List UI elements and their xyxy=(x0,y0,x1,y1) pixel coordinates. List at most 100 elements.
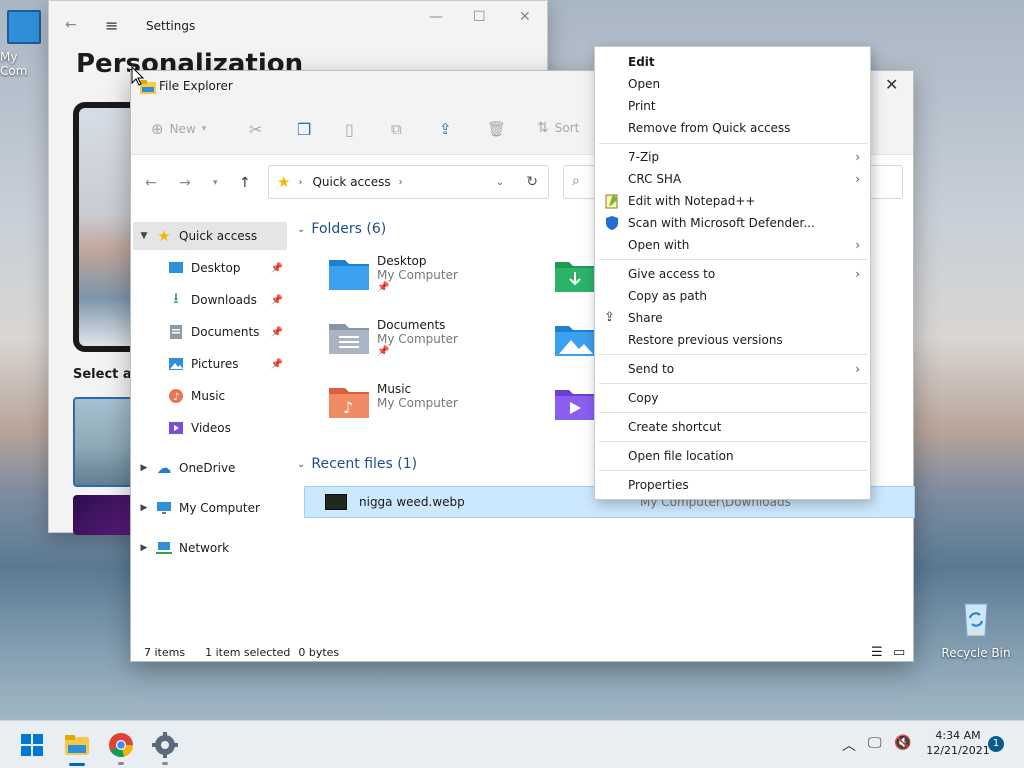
close-button[interactable]: ✕ xyxy=(519,9,531,25)
chevron-right-icon: › xyxy=(855,150,860,164)
menu-item-remove-from-quick-access[interactable]: Remove from Quick access xyxy=(595,117,870,139)
desktop-icon-my-computer[interactable]: My Com xyxy=(0,10,48,78)
pin-icon: 📌 xyxy=(377,282,390,293)
theme-thumbnail[interactable] xyxy=(73,397,133,487)
clipboard-icon: ▯ xyxy=(345,120,354,139)
tiles-view-icon[interactable]: ▭ xyxy=(893,645,905,660)
settings-gear-icon[interactable] xyxy=(152,732,178,765)
menu-item-label: Give access to xyxy=(628,267,716,281)
menu-item-label: 7-Zip xyxy=(628,150,660,164)
nav-item-quick-access[interactable]: ▼ ★ Quick access xyxy=(133,222,287,250)
nav-item-onedrive[interactable]: ▶ ☁ OneDrive xyxy=(133,454,287,482)
running-indicator xyxy=(118,762,124,765)
theme-thumbnail[interactable] xyxy=(73,495,133,535)
menu-item-print[interactable]: Print xyxy=(595,95,870,117)
nav-item-my-computer[interactable]: ▶ My Computer xyxy=(133,494,287,522)
cut-button[interactable]: ✂ xyxy=(249,120,262,139)
menu-item-copy-as-path[interactable]: Copy as path xyxy=(595,285,870,307)
folder-tile-desktop[interactable]: Desktop My Computer 📌 xyxy=(327,254,458,293)
chevron-right-icon: › xyxy=(855,238,860,252)
menu-item-copy[interactable]: Copy xyxy=(595,387,870,409)
pin-icon: 📌 xyxy=(270,326,283,338)
address-bar[interactable]: ★ › Quick access › ⌄ ↻ xyxy=(268,165,549,199)
delete-button[interactable]: 🗑 xyxy=(487,120,506,138)
menu-item-give-access-to[interactable]: Give access to › xyxy=(595,263,870,285)
minimize-button[interactable]: — xyxy=(429,9,443,25)
folder-tile-music[interactable]: ♪ Music My Computer xyxy=(327,382,458,420)
star-icon: ★ xyxy=(157,227,171,245)
menu-item-open-with[interactable]: Open with › xyxy=(595,234,870,256)
nav-item-music[interactable]: ♪ Music xyxy=(133,382,287,410)
menu-item-edit-with-notepadpp[interactable]: Edit with Notepad++ xyxy=(595,190,870,212)
menu-item-send-to[interactable]: Send to › xyxy=(595,358,870,380)
downloads-folder-icon[interactable] xyxy=(555,258,595,295)
running-indicator xyxy=(162,762,168,765)
back-arrow-icon[interactable]: ← xyxy=(65,17,77,33)
nav-label: Network xyxy=(179,541,230,555)
nav-item-documents[interactable]: Documents 📌 xyxy=(133,318,287,346)
menu-item-edit[interactable]: Edit xyxy=(595,51,870,73)
menu-item-7zip[interactable]: 7-Zip › xyxy=(595,146,870,168)
menu-item-label: Share xyxy=(628,311,663,325)
menu-item-crc-sha[interactable]: CRC SHA › xyxy=(595,168,870,190)
pin-icon: 📌 xyxy=(377,346,390,357)
rename-button[interactable]: ⧉ xyxy=(391,120,402,138)
folder-name: Desktop xyxy=(377,254,427,268)
file-explorer-taskbar-icon[interactable] xyxy=(64,733,90,766)
forward-arrow-icon[interactable]: → xyxy=(179,175,191,191)
rename-icon: ⧉ xyxy=(391,120,402,138)
paste-button[interactable]: ▯ xyxy=(345,120,354,139)
menu-item-scan-with-defender[interactable]: Scan with Microsoft Defender... xyxy=(595,212,870,234)
desktop-icon-recycle-bin[interactable]: Recycle Bin xyxy=(940,598,1012,660)
menu-item-share[interactable]: ⇪ Share xyxy=(595,307,870,329)
menu-item-restore-previous-versions[interactable]: Restore previous versions xyxy=(595,329,870,351)
nav-label: Pictures xyxy=(191,357,239,371)
folders-section-header[interactable]: ⌄ Folders (6) xyxy=(297,221,386,237)
nav-item-pictures[interactable]: Pictures 📌 xyxy=(133,350,287,378)
clock-date: 12/21/2021 xyxy=(926,744,990,757)
new-button[interactable]: ⊕ New ▾ xyxy=(151,120,206,138)
recent-files-section-header[interactable]: ⌄ Recent files (1) xyxy=(297,456,417,472)
notification-count: 1 xyxy=(992,738,1000,749)
chevron-up-icon[interactable]: ︿ xyxy=(842,735,856,755)
videos-folder-icon[interactable] xyxy=(555,386,595,423)
chevron-down-icon: ⌄ xyxy=(297,458,306,470)
desktop-icon xyxy=(167,259,185,277)
menu-item-open[interactable]: Open xyxy=(595,73,870,95)
menu-item-label: Copy xyxy=(628,391,659,405)
menu-item-open-file-location[interactable]: Open file location xyxy=(595,445,870,467)
maximize-button[interactable]: ☐ xyxy=(473,9,486,25)
pin-icon: 📌 xyxy=(270,262,283,274)
copy-button[interactable]: ❐ xyxy=(297,120,311,139)
recent-locations-chevron-icon[interactable]: ▾ xyxy=(213,178,218,188)
nav-item-desktop[interactable]: Desktop 📌 xyxy=(133,254,287,282)
clock[interactable]: 4:34 AM 12/21/2021 xyxy=(918,729,998,757)
taskbar: ︿ 🖵 🔇 4:34 AM 12/21/2021 1 xyxy=(0,720,1024,768)
chrome-icon[interactable] xyxy=(108,732,134,765)
chevron-right-icon: › xyxy=(855,172,860,186)
menu-item-label: Open xyxy=(628,77,661,91)
windows-start-icon[interactable] xyxy=(21,734,43,759)
svg-text:♪: ♪ xyxy=(343,398,353,417)
menu-item-properties[interactable]: Properties xyxy=(595,474,870,496)
nav-item-network[interactable]: ▶ Network xyxy=(133,534,287,562)
sort-button[interactable]: ⇅ Sort xyxy=(537,120,579,136)
menu-item-create-shortcut[interactable]: Create shortcut xyxy=(595,416,870,438)
folder-tile-documents[interactable]: Documents My Computer 📌 xyxy=(327,318,458,357)
share-button[interactable]: ⇪ xyxy=(439,120,452,138)
back-arrow-icon[interactable]: ← xyxy=(145,175,157,191)
close-button[interactable]: ✕ xyxy=(885,75,898,94)
up-arrow-icon[interactable]: ↑ xyxy=(239,175,251,191)
volume-muted-icon[interactable]: 🔇 xyxy=(894,735,911,751)
search-icon: ⌕ xyxy=(572,173,580,189)
pictures-folder-icon[interactable] xyxy=(555,322,595,359)
hamburger-menu-icon[interactable]: ≡ xyxy=(105,16,118,35)
breadcrumb-quick-access[interactable]: Quick access xyxy=(312,175,390,189)
refresh-icon[interactable]: ↻ xyxy=(526,174,538,190)
details-view-icon[interactable]: ☰ xyxy=(871,645,883,660)
notification-badge[interactable]: 1 xyxy=(988,736,1004,752)
address-dropdown-icon[interactable]: ⌄ xyxy=(496,177,504,188)
nav-item-downloads[interactable]: ⭳ Downloads 📌 xyxy=(133,286,287,314)
nav-item-videos[interactable]: Videos xyxy=(133,414,287,442)
network-icon[interactable]: 🖵 xyxy=(868,735,882,751)
